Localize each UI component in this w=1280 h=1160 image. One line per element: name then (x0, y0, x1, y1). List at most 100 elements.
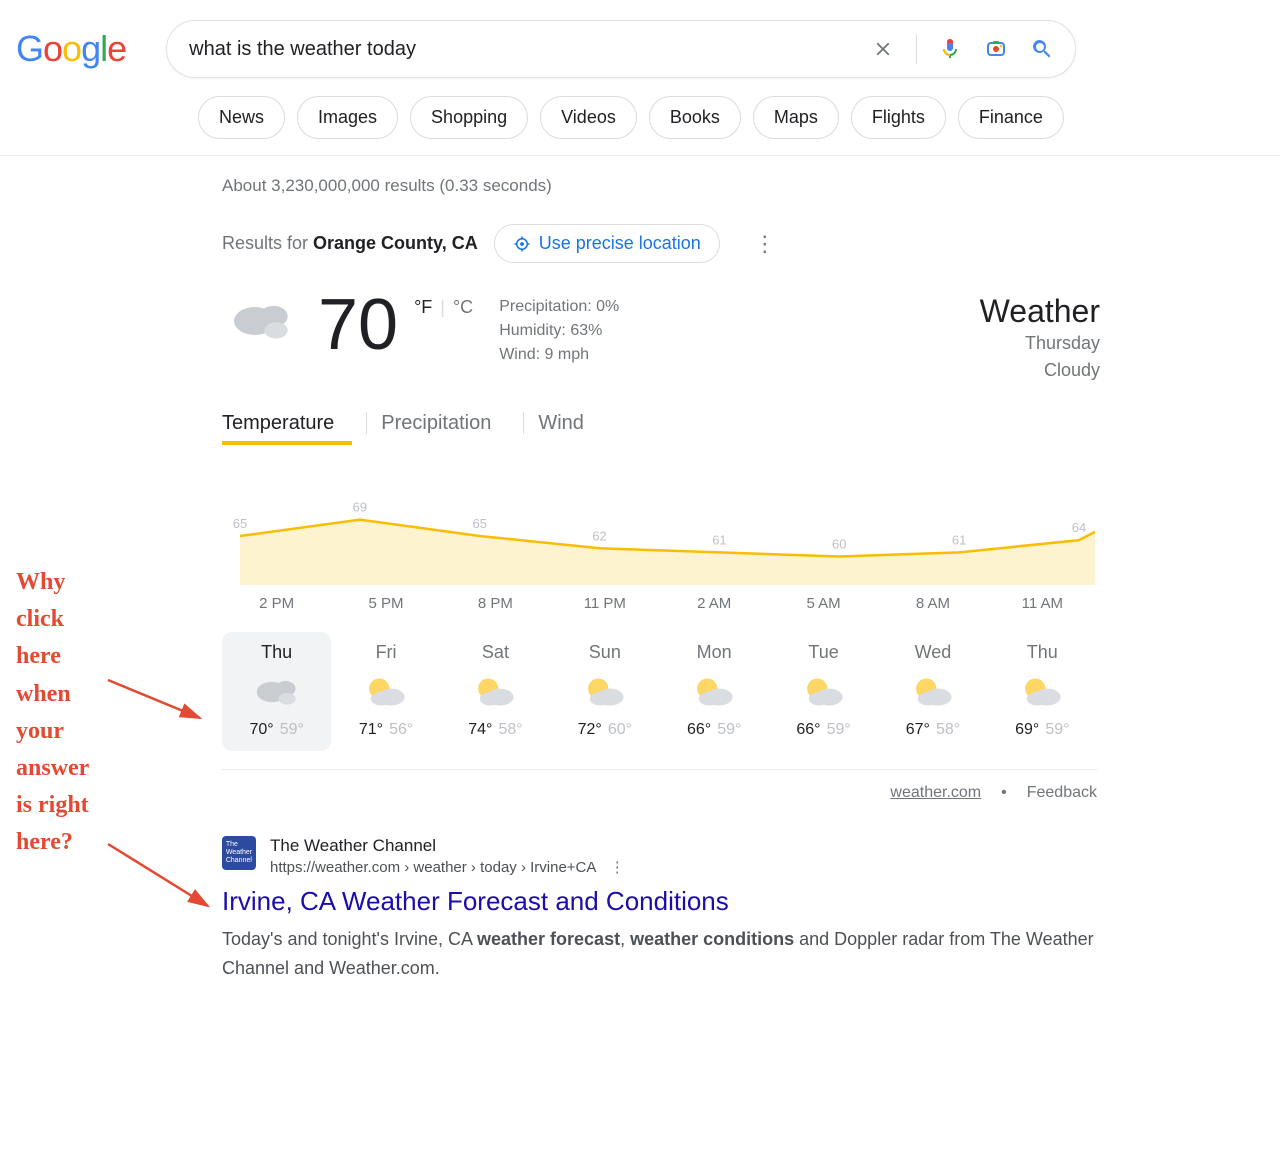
location-text: Results for Orange County, CA (222, 233, 478, 254)
current-temp: 70 (318, 293, 398, 358)
forecast-day-mon[interactable]: Mon66°59° (660, 632, 769, 751)
day-high: 66° (796, 721, 820, 738)
tab-news[interactable]: News (198, 96, 285, 139)
day-high: 66° (687, 721, 711, 738)
partly-icon (331, 671, 440, 713)
humidity-text: Humidity: 63% (499, 319, 619, 343)
clear-icon[interactable] (870, 36, 896, 62)
result-description: Today's and tonight's Irvine, CA weather… (222, 925, 1097, 983)
hour-label: 5 AM (769, 595, 878, 612)
forecast-day-sun[interactable]: Sun 72° 60° (550, 632, 659, 751)
day-low: 59° (1045, 721, 1069, 738)
tab-separator (523, 412, 524, 434)
day-name: Sun (550, 642, 659, 663)
search-input[interactable] (187, 37, 850, 62)
svg-text:61: 61 (712, 532, 726, 547)
svg-text:65: 65 (233, 516, 247, 531)
tab-separator (366, 412, 367, 434)
result-title[interactable]: Irvine, CA Weather Forecast and Conditio… (222, 886, 1097, 917)
day-name: Mon (660, 642, 769, 663)
use-precise-location-button[interactable]: Use precise location (494, 224, 720, 263)
hour-label: 2 PM (222, 595, 331, 612)
forecast-day-thu[interactable]: Thu 69° 59° (988, 632, 1097, 751)
result-url: https://weather.com › weather › today › … (270, 859, 596, 876)
day-low: 58° (498, 721, 522, 738)
forecast-day-wed[interactable]: Wed 67° 58° (878, 632, 987, 751)
day-low: 59° (827, 721, 851, 738)
forecast-day-tue[interactable]: Tue 66° 59° (769, 632, 878, 751)
svg-text:62: 62 (592, 528, 606, 543)
svg-text:60: 60 (832, 537, 846, 552)
day-low: 60° (608, 721, 632, 738)
day-name: Thu (222, 642, 331, 663)
result-source-name: The Weather Channel (270, 836, 625, 856)
svg-text:69: 69 (353, 500, 367, 515)
tab-books[interactable]: Books (649, 96, 741, 139)
forecast-day-fri[interactable]: Fri 71° 56° (331, 632, 440, 751)
day-high: 71° (359, 721, 383, 738)
hour-label: 5 PM (331, 595, 440, 612)
tab-shopping[interactable]: Shopping (410, 96, 528, 139)
tab-flights[interactable]: Flights (851, 96, 946, 139)
tab-wind[interactable]: Wind (538, 406, 602, 445)
day-high: 72° (578, 721, 602, 738)
day-name: Tue (769, 642, 878, 663)
search-bar[interactable] (166, 20, 1076, 78)
result-favicon: TheWeatherChannel (222, 836, 256, 870)
result-more-icon[interactable]: ⋮ (610, 859, 625, 876)
hour-label: 11 AM (988, 595, 1097, 612)
temperature-chart[interactable]: 6569656261606164 (222, 475, 1097, 585)
precipitation-text: Precipitation: 0% (499, 295, 619, 319)
hour-labels: 2 PM5 PM8 PM11 PM2 AM5 AM8 AM11 AM (222, 595, 1097, 612)
hour-label: 2 AM (660, 595, 769, 612)
feedback-link[interactable]: Feedback (1027, 784, 1097, 802)
tab-videos[interactable]: Videos (540, 96, 637, 139)
partly-icon (988, 671, 1097, 713)
day-high: 67° (906, 721, 930, 738)
hour-label: 11 PM (550, 595, 659, 612)
weather-condition: Cloudy (980, 357, 1100, 384)
forecast-day-thu[interactable]: Thu 70° 59° (222, 632, 331, 751)
partly-icon (769, 671, 878, 713)
cloud-icon (222, 293, 302, 354)
weather-day: Thursday (980, 330, 1100, 357)
divider (916, 34, 917, 64)
search-icon[interactable] (1029, 36, 1055, 62)
svg-text:61: 61 (952, 532, 966, 547)
svg-text:65: 65 (472, 516, 486, 531)
partly-icon (441, 671, 550, 713)
tab-finance[interactable]: Finance (958, 96, 1064, 139)
day-high: 70° (249, 721, 273, 738)
tab-precipitation[interactable]: Precipitation (381, 406, 509, 445)
forecast-days: Thu70°59°Fri71°56°Sat74°58°Sun72°60°Mon6… (222, 632, 1097, 751)
day-name: Wed (878, 642, 987, 663)
weather-title: Weather (980, 293, 1100, 330)
lens-search-icon[interactable] (983, 36, 1009, 62)
unit-celsius[interactable]: °C (453, 297, 473, 318)
wind-text: Wind: 9 mph (499, 343, 619, 367)
tab-images[interactable]: Images (297, 96, 398, 139)
partly-icon (660, 671, 769, 713)
result-stats: About 3,230,000,000 results (0.33 second… (222, 176, 1100, 196)
day-high: 69° (1015, 721, 1039, 738)
search-tabs: News Images Shopping Videos Books Maps Flights… (0, 78, 1280, 156)
unit-separator: | (440, 297, 445, 318)
day-name: Fri (331, 642, 440, 663)
day-low: 59° (280, 721, 304, 738)
google-logo[interactable]: Google (16, 28, 126, 70)
weather-source-link[interactable]: weather.com (890, 784, 981, 802)
voice-search-icon[interactable] (937, 36, 963, 62)
day-name: Thu (988, 642, 1097, 663)
day-low: 56° (389, 721, 413, 738)
precise-location-label: Use precise location (539, 233, 701, 254)
tab-maps[interactable]: Maps (753, 96, 839, 139)
forecast-day-sat[interactable]: Sat74°58° (441, 632, 550, 751)
day-high: 74° (468, 721, 492, 738)
cloudy-icon (222, 671, 331, 713)
day-low: 58° (936, 721, 960, 738)
more-options-icon[interactable]: ⋮ (754, 231, 776, 257)
footer-separator: • (1001, 784, 1007, 802)
tab-temperature[interactable]: Temperature (222, 406, 352, 445)
unit-fahrenheit[interactable]: °F (414, 297, 432, 318)
partly-icon (550, 671, 659, 713)
